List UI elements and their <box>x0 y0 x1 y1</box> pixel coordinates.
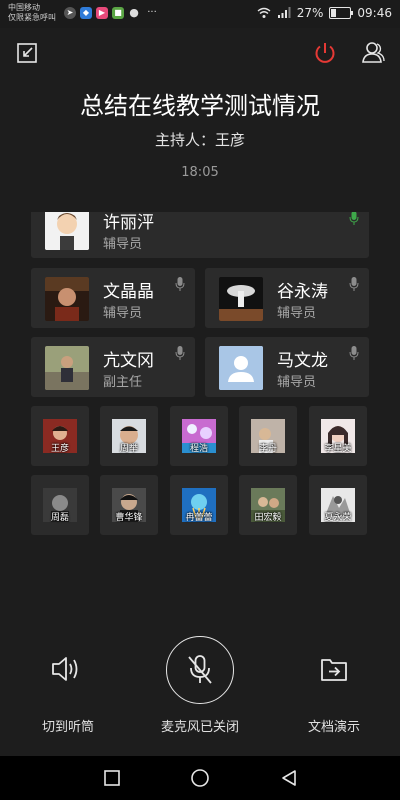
participant-card[interactable]: 亢文冈 副主任 <box>31 337 195 397</box>
meeting-time: 18:05 <box>181 165 219 180</box>
video-app-icon: ▶ <box>96 7 108 19</box>
carrier-emergency: 仅限紧急呼叫 <box>8 13 56 22</box>
avatar <box>219 277 263 321</box>
mic-active-icon <box>349 212 359 229</box>
participant-name: 谷永涛 <box>277 282 328 302</box>
participant-card[interactable]: 马文龙 辅导员 <box>205 337 369 397</box>
signal-icon <box>277 7 291 18</box>
participant-name: 许丽泙 <box>103 213 154 233</box>
speaker-toggle-button[interactable] <box>50 654 82 688</box>
participant-role: 辅导员 <box>277 375 317 390</box>
participant-tile[interactable]: 王彦 <box>31 406 89 466</box>
participant-tile[interactable]: 李星美 <box>309 406 367 466</box>
more-notifications-icon: ··· <box>147 7 157 18</box>
participant-role: 辅导员 <box>103 306 143 321</box>
recent-apps-icon[interactable] <box>103 769 121 787</box>
avatar <box>45 346 89 390</box>
participant-card[interactable]: 谷永涛 辅导员 <box>205 268 369 328</box>
document-share-label: 文档演示 <box>307 720 360 735</box>
battery-icon <box>329 7 354 19</box>
participant-name: 文晶晶 <box>103 282 154 302</box>
participant-name: 程浩 <box>189 444 208 454</box>
meeting-title: 总结在线教学测试情况 <box>80 92 320 120</box>
power-icon <box>315 43 335 63</box>
participant-name: 王彦 <box>50 444 69 454</box>
participant-card[interactable]: 文晶晶 辅导员 <box>31 268 195 328</box>
mic-toggle-button[interactable] <box>166 636 234 704</box>
participant-name: 夏永荣 <box>324 513 352 523</box>
speaker-toggle-label: 切到听筒 <box>41 720 94 735</box>
participant-tile[interactable]: 李丹 <box>239 406 297 466</box>
mic-icon <box>175 276 185 295</box>
participant-tile[interactable]: 周磊 <box>31 475 89 535</box>
notification-icons: ➤ ◆ ▶ ■ ● ··· <box>64 7 160 19</box>
participant-name: 田宏毅 <box>254 513 282 523</box>
participant-role: 副主任 <box>103 375 143 390</box>
participant-role: 辅导员 <box>277 306 317 321</box>
participant-name: 李星美 <box>324 444 352 454</box>
avatar <box>45 277 89 321</box>
shield-app-icon: ◆ <box>80 7 92 19</box>
participant-tile[interactable]: 冉蕾蕾 <box>170 475 228 535</box>
home-icon[interactable] <box>190 768 210 788</box>
participant-tile[interactable]: 周举 <box>100 406 158 466</box>
wifi-icon <box>257 7 271 18</box>
participant-name: 周举 <box>119 444 138 454</box>
navigation-bar <box>0 756 400 800</box>
minimize-window-icon <box>17 43 37 63</box>
mic-toggle-label: 麦克风已关闭 <box>160 720 239 735</box>
battery-percent: 27% <box>296 6 324 20</box>
participant-name: 李丹 <box>258 444 277 454</box>
participants-button[interactable] <box>360 40 386 70</box>
app-icon: ■ <box>112 7 124 19</box>
participant-tile[interactable]: 田宏毅 <box>239 475 297 535</box>
mic-icon <box>349 276 359 295</box>
message-icon: ● <box>129 6 139 19</box>
default-avatar-icon <box>219 346 263 390</box>
participant-name: 马文龙 <box>277 351 328 371</box>
participant-tile[interactable]: 曹华锋 <box>100 475 158 535</box>
mic-icon <box>175 345 185 364</box>
avatar <box>45 212 89 250</box>
folder-share-icon <box>321 659 347 681</box>
system-status: 27% 09:46 <box>257 6 392 20</box>
participant-name: 亢文冈 <box>103 351 154 371</box>
minimize-window-button[interactable] <box>16 42 38 68</box>
participant-role: 辅导员 <box>103 237 143 252</box>
carrier-name: 中国移动 <box>8 3 40 12</box>
speaker-icon <box>52 657 78 681</box>
participant-tile[interactable]: 夏永荣 <box>309 475 367 535</box>
carrier-info: 中国移动 仅限紧急呼叫 <box>8 3 56 23</box>
participant-name: 冉蕾蕾 <box>185 513 213 523</box>
people-icon <box>362 42 385 63</box>
participant-name: 曹华锋 <box>115 513 143 523</box>
participant-tile[interactable]: 程浩 <box>170 406 228 466</box>
end-meeting-button[interactable] <box>313 41 337 69</box>
back-icon[interactable] <box>280 769 298 787</box>
mic-icon <box>349 345 359 364</box>
participant-name: 周磊 <box>50 513 69 523</box>
status-bar: 中国移动 仅限紧急呼叫 ➤ ◆ ▶ ■ ● ··· 27% 09:46 <box>0 0 400 28</box>
mic-off-icon <box>188 655 212 684</box>
participant-card[interactable]: 许丽泙 辅导员 <box>31 212 369 258</box>
clock: 09:46 <box>357 6 392 20</box>
document-share-button[interactable] <box>320 656 348 686</box>
meeting-host: 主持人：王彦 <box>154 131 245 149</box>
send-icon: ➤ <box>64 7 76 19</box>
